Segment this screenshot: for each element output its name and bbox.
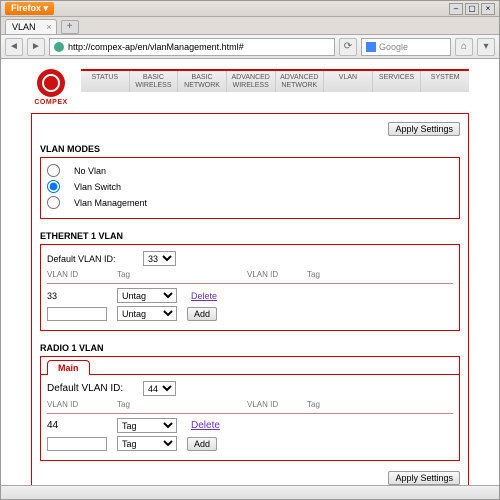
page-content: COMPEX STATUSBASICWIRELESSBASICNETWORKAD…: [1, 59, 499, 485]
rcol-tag-2: Tag: [307, 400, 320, 409]
window-titlebar: Firefox ▾ – ▢ ×: [1, 1, 499, 17]
menu-item-status[interactable]: STATUS: [81, 71, 130, 92]
radio-row-id: 44: [47, 420, 107, 431]
col-vlan-id: VLAN ID: [47, 270, 107, 279]
eth-row-delete-link[interactable]: Delete: [191, 291, 217, 301]
minimize-button[interactable]: –: [449, 3, 463, 15]
mode-radio-0[interactable]: [47, 164, 60, 177]
forward-button[interactable]: ►: [27, 38, 45, 56]
mode-radio-1[interactable]: [47, 180, 60, 193]
firefox-menu-button[interactable]: Firefox ▾: [5, 2, 54, 15]
eth-row-tag-select[interactable]: UntagTag: [117, 288, 177, 303]
rcol-tag: Tag: [117, 400, 177, 409]
new-tab-button[interactable]: +: [61, 20, 79, 34]
eth-row: 33 UntagTag Delete: [47, 288, 453, 303]
main-menu: STATUSBASICWIRELESSBASICNETWORKADVANCEDW…: [81, 69, 469, 92]
vlan-modes-box: No Vlan Vlan Switch Vlan Management: [40, 157, 460, 219]
menu-item-advanced-wireless[interactable]: ADVANCEDWIRELESS: [227, 71, 276, 92]
globe-icon: [54, 42, 64, 52]
eth-new-tag-select[interactable]: UntagTag: [117, 306, 177, 321]
browser-tab[interactable]: VLAN ×: [5, 19, 57, 34]
ethernet-vlan-title: ETHERNET 1 VLAN: [40, 231, 460, 241]
back-button[interactable]: ◄: [5, 38, 23, 56]
url-text: http://compex-ap/en/vlanManagement.html#: [68, 42, 244, 52]
url-bar[interactable]: http://compex-ap/en/vlanManagement.html#: [49, 38, 335, 56]
menu-item-advanced-network[interactable]: ADVANCEDNETWORK: [276, 71, 325, 92]
status-bar: [1, 485, 499, 499]
radio-default-label: Default VLAN ID:: [47, 383, 137, 394]
menu-item-system[interactable]: SYSTEM: [421, 71, 469, 92]
vlan-modes-title: VLAN MODES: [40, 144, 460, 154]
menu-item-basic-wireless[interactable]: BASICWIRELESS: [130, 71, 179, 92]
eth-add-button[interactable]: Add: [187, 307, 217, 321]
eth-new-vlan-input[interactable]: [47, 307, 107, 321]
close-tab-icon[interactable]: ×: [46, 22, 51, 32]
col-tag: Tag: [117, 270, 177, 279]
radio-row: 44 UntagTag Delete: [47, 418, 453, 433]
bookmarks-button[interactable]: ▾: [477, 38, 495, 56]
brand-logo: COMPEX: [31, 69, 71, 109]
nav-toolbar: ◄ ► http://compex-ap/en/vlanManagement.h…: [1, 35, 499, 59]
mode-label-0: No Vlan: [74, 166, 106, 176]
profile-tab-main[interactable]: Main: [47, 360, 90, 375]
menu-item-services[interactable]: SERVICES: [373, 71, 422, 92]
menu-item-basic-network[interactable]: BASICNETWORK: [178, 71, 227, 92]
radio-vlan-box: Main Default VLAN ID: 44 VLAN ID Tag VLA…: [40, 356, 460, 461]
col-vlan-id-2: VLAN ID: [247, 270, 297, 279]
mode-label-1: Vlan Switch: [74, 182, 121, 192]
maximize-button[interactable]: ▢: [465, 3, 479, 15]
radio-row-delete-link[interactable]: Delete: [191, 420, 220, 431]
home-button[interactable]: ⌂: [455, 38, 473, 56]
radio-vlan-title: RADIO 1 VLAN: [40, 343, 460, 353]
col-tag-2: Tag: [307, 270, 320, 279]
radio-new-vlan-input[interactable]: [47, 437, 107, 451]
menu-item-vlan[interactable]: VLAN: [324, 71, 373, 92]
radio-add-button[interactable]: Add: [187, 437, 217, 451]
eth-row-id: 33: [47, 291, 107, 301]
google-icon: [366, 42, 376, 52]
close-window-button[interactable]: ×: [481, 3, 495, 15]
apply-settings-top-button[interactable]: Apply Settings: [388, 122, 460, 136]
search-box[interactable]: Google: [361, 38, 451, 56]
ethernet-vlan-box: Default VLAN ID: 33 VLAN ID Tag VLAN ID …: [40, 244, 460, 331]
reload-button[interactable]: ⟳: [339, 38, 357, 56]
tab-title: VLAN: [12, 22, 36, 32]
radio-row-tag-select[interactable]: UntagTag: [117, 418, 177, 433]
search-placeholder: Google: [379, 42, 408, 52]
radio-new-tag-select[interactable]: UntagTag: [117, 436, 177, 451]
rcol-vlan-id-2: VLAN ID: [247, 400, 297, 409]
rcol-vlan-id: VLAN ID: [47, 400, 107, 409]
tab-bar: VLAN × +: [1, 17, 499, 35]
radio-default-select[interactable]: 44: [143, 381, 176, 396]
apply-settings-bottom-button[interactable]: Apply Settings: [388, 471, 460, 485]
eth-default-select[interactable]: 33: [143, 251, 176, 266]
mode-label-2: Vlan Management: [74, 198, 147, 208]
mode-radio-2[interactable]: [47, 196, 60, 209]
eth-default-label: Default VLAN ID:: [47, 254, 137, 264]
